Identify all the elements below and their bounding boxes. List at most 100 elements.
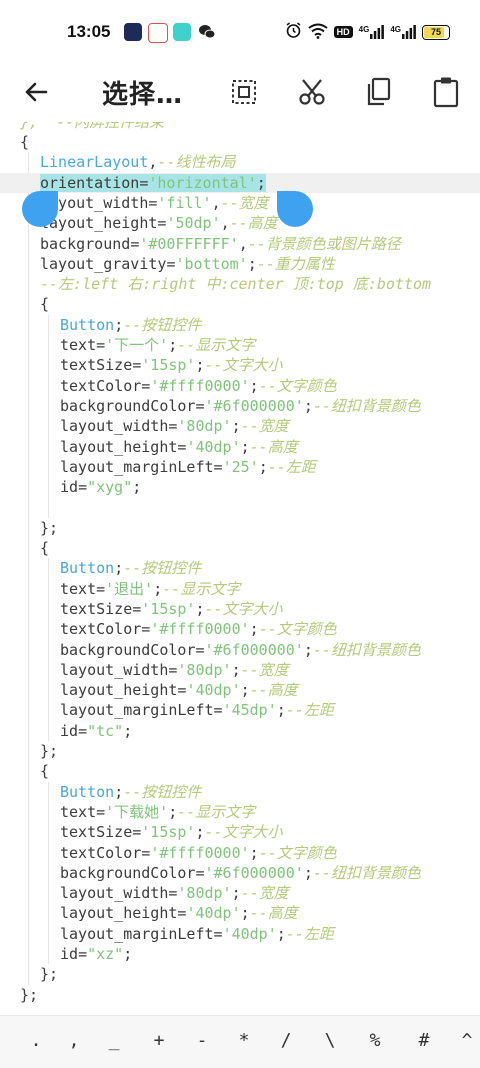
- code-line[interactable]: layout_marginLeft='25';--左距: [60, 457, 316, 477]
- code-line[interactable]: backgroundColor='#6f000000';--纽扣背景颜色: [60, 863, 421, 883]
- code-line-selected[interactable]: orientation='horizontal';: [40, 173, 266, 193]
- code-token-kw: Button: [60, 559, 115, 578]
- code-token-pl: ;: [240, 437, 250, 456]
- code-line[interactable]: textColor='#ffff0000';--文字颜色: [60, 619, 337, 639]
- code-token-id: layout_width: [60, 417, 169, 436]
- code-token-pl: ;: [276, 701, 286, 720]
- symbol-key[interactable]: ^: [452, 1030, 480, 1051]
- code-token-pl: ;: [114, 559, 124, 578]
- code-line[interactable]: backgroundColor='#6f000000';--纽扣背景颜色: [60, 396, 421, 416]
- code-line[interactable]: {: [20, 132, 29, 152]
- code-token-str: '退出': [105, 579, 154, 598]
- code-line[interactable]: layout_marginLeft='40dp';--左距: [60, 924, 334, 944]
- code-line[interactable]: layout_gravity='bottom';--重力属性: [40, 254, 335, 274]
- symbol-key[interactable]: .: [21, 1030, 51, 1051]
- code-token-str: '15sp': [141, 599, 196, 618]
- code-line[interactable]: layout_width='fill',--宽度: [40, 193, 269, 213]
- code-token-id: textColor: [60, 376, 142, 395]
- code-line[interactable]: };: [40, 964, 58, 984]
- code-token-str: '40dp': [186, 437, 241, 456]
- symbol-key[interactable]: \: [315, 1030, 345, 1051]
- code-line[interactable]: layout_marginLeft='45dp';--左距: [60, 700, 334, 720]
- code-line[interactable]: Button;--按钮控件: [60, 315, 201, 335]
- code-token-id: layout_marginLeft: [60, 701, 214, 720]
- code-line[interactable]: {: [40, 761, 49, 781]
- code-line[interactable]: textSize='15sp';--文字大小: [60, 599, 283, 619]
- code-line[interactable]: text='下一个';--显示文字: [60, 335, 255, 355]
- code-line[interactable]: Button;--按钮控件: [60, 558, 201, 578]
- code-line[interactable]: layout_height='50dp',--高度: [40, 213, 278, 233]
- code-line[interactable]: {: [40, 538, 49, 558]
- code-line[interactable]: id="tc";: [60, 721, 132, 741]
- code-token-str: "xz": [87, 945, 124, 963]
- copy-icon[interactable]: [356, 70, 400, 114]
- code-line[interactable]: text='下载她';--显示文字: [60, 802, 255, 822]
- code-line[interactable]: layout_height='40dp';--高度: [60, 903, 298, 923]
- code-token-pl: };: [40, 742, 59, 760]
- code-token-pl: ;: [231, 884, 241, 903]
- code-line[interactable]: textColor='#ffff0000';--文字颜色: [60, 843, 337, 863]
- code-token-cm: --高度: [249, 437, 298, 456]
- battery-icon: 75: [422, 24, 450, 40]
- code-token-cm: --文字颜色: [258, 843, 337, 862]
- code-line[interactable]: };: [40, 741, 58, 761]
- symbol-key[interactable]: #: [409, 1030, 439, 1051]
- code-line[interactable]: --左:left 右:right 中:center 顶:top 底:bottom: [40, 274, 431, 294]
- code-token-pl: ;: [168, 336, 178, 354]
- code-line[interactable]: layout_width='80dp';--宽度: [60, 416, 289, 436]
- selection-end-handle[interactable]: [277, 190, 313, 227]
- code-line[interactable]: layout_width='80dp';--宽度: [60, 660, 289, 680]
- code-line[interactable]: layout_height='40dp';--高度: [60, 680, 298, 700]
- code-line[interactable]: text='退出';--显示文字: [60, 579, 240, 599]
- code-editor[interactable]: }, --闪屏控件结束{LinearLayout,--线性布局 orientati…: [0, 122, 480, 1015]
- code-line[interactable]: id="xyg";: [60, 477, 141, 497]
- code-token-kw: Button: [60, 782, 115, 801]
- indent-guide: [48, 314, 49, 518]
- code-line[interactable]: Button;--按钮控件: [60, 782, 201, 802]
- network-type-label: 4G: [390, 25, 401, 34]
- code-line[interactable]: layout_width='80dp';--宽度: [60, 883, 289, 903]
- code-line[interactable]: textSize='15sp';--文字大小: [60, 355, 283, 375]
- code-line[interactable]: backgroundColor='#6f000000';--纽扣背景颜色: [60, 640, 421, 660]
- code-token-id: layout_marginLeft: [60, 924, 214, 943]
- code-token-str: 'horizontal': [148, 173, 257, 192]
- code-token-cm: --线性布局: [157, 153, 236, 172]
- code-token-pl: =: [195, 396, 205, 415]
- code-line[interactable]: };: [20, 985, 38, 1005]
- code-line[interactable]: id="xz";: [60, 944, 132, 964]
- code-token-cm: --宽度: [220, 193, 269, 212]
- code-token-pl: ;: [231, 417, 241, 436]
- paste-icon[interactable]: [424, 70, 468, 114]
- code-line[interactable]: LinearLayout,--线性布局: [40, 152, 235, 172]
- status-right: HD 4G 4G 75: [285, 22, 450, 42]
- code-token-str: '40dp': [222, 924, 277, 943]
- code-line[interactable]: textSize='15sp';--文字大小: [60, 822, 283, 842]
- symbol-key[interactable]: ,: [59, 1030, 89, 1051]
- code-token-pl: ;: [132, 478, 142, 497]
- code-token-id: text: [60, 579, 97, 598]
- symbol-key[interactable]: _: [99, 1030, 129, 1051]
- code-token-str: '下载她': [105, 802, 169, 821]
- code-token-cm: --显示文字: [177, 802, 256, 821]
- back-arrow-icon[interactable]: [14, 70, 58, 114]
- code-line[interactable]: textColor='#ffff0000';--文字颜色: [60, 376, 337, 396]
- code-token-pl: ;: [168, 802, 178, 821]
- code-token-pl: ;: [249, 620, 259, 639]
- code-line[interactable]: background='#00FFFFFF',--背景颜色或图片路径: [40, 234, 401, 254]
- cut-icon[interactable]: [290, 70, 334, 114]
- code-token-pl: =: [78, 945, 88, 963]
- selection-start-handle[interactable]: [22, 190, 58, 227]
- code-line[interactable]: {: [40, 294, 49, 314]
- code-token-str: '#ffff0000': [150, 843, 250, 862]
- symbol-key[interactable]: *: [229, 1030, 259, 1051]
- code-token-str: '#00FFFFFF': [139, 234, 239, 253]
- symbol-key[interactable]: +: [144, 1030, 174, 1051]
- select-all-icon[interactable]: [222, 70, 266, 114]
- code-token-id: textSize: [60, 356, 133, 375]
- symbol-key[interactable]: -: [187, 1030, 217, 1051]
- symbol-key[interactable]: /: [271, 1030, 301, 1051]
- code-token-cm: --高度: [249, 904, 298, 923]
- code-line[interactable]: };: [40, 518, 58, 538]
- symbol-key[interactable]: %: [360, 1030, 390, 1051]
- code-line[interactable]: layout_height='40dp';--高度: [60, 437, 298, 457]
